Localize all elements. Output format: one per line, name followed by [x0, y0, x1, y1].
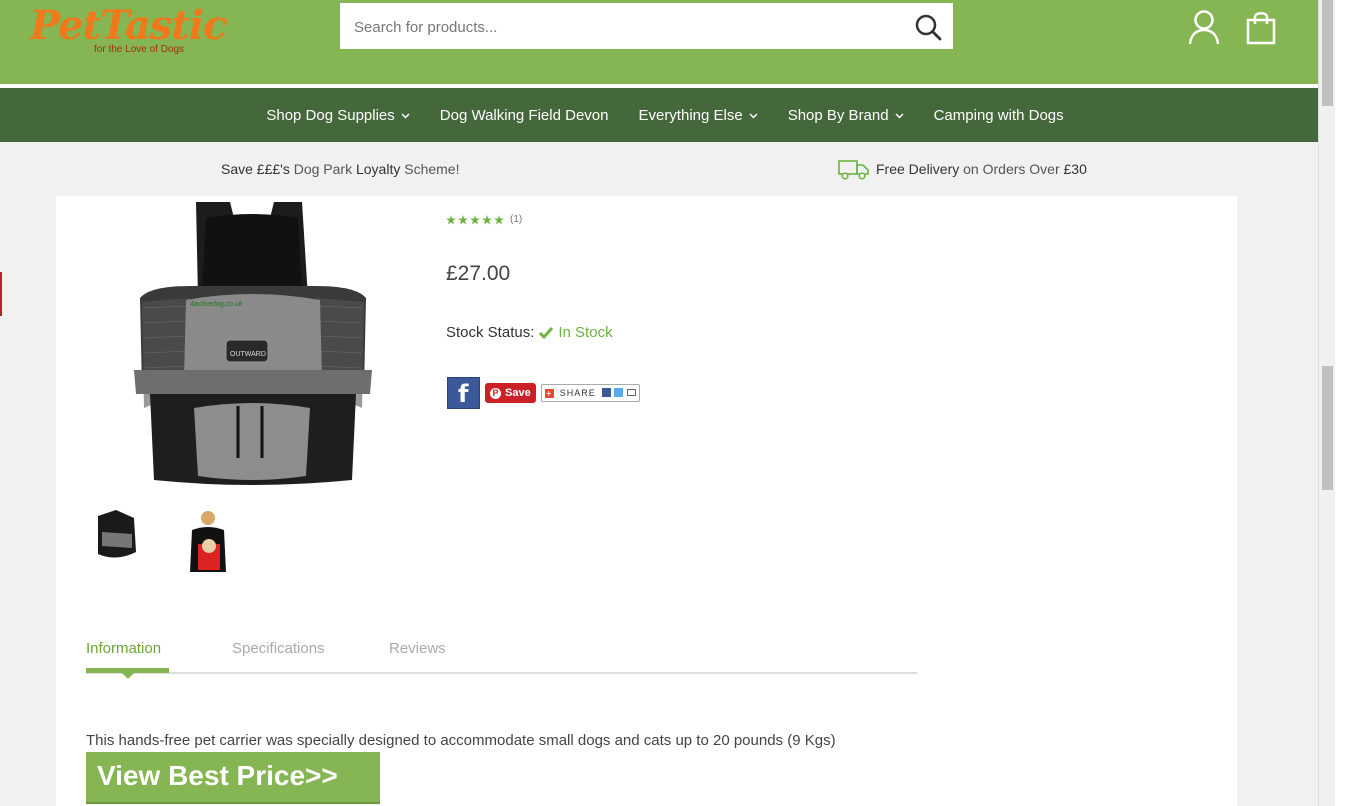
svg-text:OUTWARD: OUTWARD [230, 351, 266, 358]
plus-icon: + [544, 388, 554, 398]
product-price: £27.00 [446, 262, 511, 285]
product-rating[interactable]: (1) [446, 214, 522, 225]
search-box [340, 3, 953, 51]
nav-item-shop-by-brand[interactable]: Shop By Brand [788, 107, 904, 124]
chevron-down-icon [401, 112, 410, 119]
facebook-mini-icon [601, 387, 611, 397]
share-label: SHARE [559, 388, 596, 398]
page-scrollbar[interactable] [1318, 0, 1336, 806]
twitter-mini-icon [614, 387, 624, 397]
site-logo[interactable]: PetTastic for the Love of Dogs [30, 2, 227, 56]
share-buttons: f P Save + SHARE [447, 377, 640, 409]
product-panel: OUTWARD 4activedog.co.uk (1) £27.00 Stoc… [56, 196, 1237, 806]
nav-item-everything-else[interactable]: Everything Else [638, 106, 758, 124]
nav-item-label: Dog Walking Field Devon [439, 106, 609, 124]
promo-text: Scheme! [400, 161, 460, 177]
scrollbar-thumb[interactable] [1322, 366, 1333, 490]
pinterest-save-button[interactable]: P Save [485, 383, 536, 403]
tab-information[interactable]: Information [86, 640, 161, 657]
product-tabs: Information Specifications Reviews [86, 636, 917, 679]
chevron-down-icon [895, 112, 904, 119]
chevron-down-icon [749, 112, 758, 119]
stock-value: In Stock [558, 324, 613, 341]
nav-item-dog-walking-field[interactable]: Dog Walking Field Devon [440, 107, 609, 124]
pinterest-label: Save [505, 387, 531, 399]
tab-reviews[interactable]: Reviews [389, 640, 446, 657]
promo-text: Free Delivery [876, 161, 960, 177]
window-edge [1335, 0, 1360, 806]
promo-text: Loyalty [355, 161, 401, 177]
delivery-truck-icon [838, 160, 869, 180]
active-tab-pointer [122, 673, 134, 679]
nav-item-shop-dog-supplies[interactable]: Shop Dog Supplies [266, 106, 410, 124]
scrollbar-thumb[interactable] [1322, 0, 1333, 106]
nav-item-label: Camping with Dogs [933, 106, 1064, 124]
product-thumbnail[interactable] [178, 504, 238, 574]
email-mini-icon [626, 388, 636, 396]
logo-title: PetTastic [30, 2, 227, 49]
left-edge-marker [0, 272, 2, 316]
checkmark-icon [539, 326, 554, 339]
addthis-share-button[interactable]: + SHARE [540, 384, 640, 402]
rating-stars-icon [446, 214, 504, 224]
facebook-share-button[interactable]: f [447, 377, 480, 409]
nav-item-label: Everything Else [638, 106, 743, 124]
logo-tagline: for the Love of Dogs [94, 44, 185, 55]
promo-text: Dog Park [289, 161, 356, 177]
stock-label: Stock Status: [446, 324, 535, 341]
promo-text: £30 [1063, 161, 1087, 177]
facebook-icon: f [458, 380, 469, 408]
search-input[interactable] [352, 3, 896, 51]
stock-status: Stock Status: In Stock [446, 324, 613, 341]
pinterest-icon: P [490, 387, 501, 399]
search-icon[interactable] [913, 12, 943, 42]
tab-specifications[interactable]: Specifications [232, 640, 325, 657]
main-nav: Shop Dog Supplies Dog Walking Field Devo… [0, 88, 1318, 142]
nav-item-camping-with-dogs[interactable]: Camping with Dogs [934, 107, 1064, 124]
free-delivery-notice: Free Delivery on Orders Over £30 [838, 158, 1087, 180]
view-best-price-button[interactable]: View Best Price>> [86, 752, 380, 804]
promo-text: on Orders Over [959, 161, 1064, 177]
product-image[interactable]: OUTWARD 4activedog.co.uk [130, 198, 375, 490]
nav-item-label: Shop Dog Supplies [266, 106, 395, 124]
product-description: This hands-free pet carrier was speciall… [86, 732, 836, 749]
loyalty-scheme-link[interactable]: Save £££'s Dog Park Loyalty Scheme! [221, 161, 459, 177]
promo-strip: Save £££'s Dog Park Loyalty Scheme! Free… [0, 142, 1318, 196]
account-icon[interactable] [1186, 8, 1222, 46]
cart-icon[interactable] [1243, 8, 1279, 46]
product-thumbnail[interactable] [86, 504, 146, 574]
image-watermark: 4activedog.co.uk [190, 301, 243, 308]
promo-text: Save £££'s [221, 161, 290, 177]
nav-items: Shop Dog Supplies Dog Walking Field Devo… [0, 88, 1318, 142]
rating-count: (1) [510, 214, 523, 225]
nav-item-label: Shop By Brand [787, 106, 889, 124]
site-header: PetTastic for the Love of Dogs [0, 0, 1318, 84]
